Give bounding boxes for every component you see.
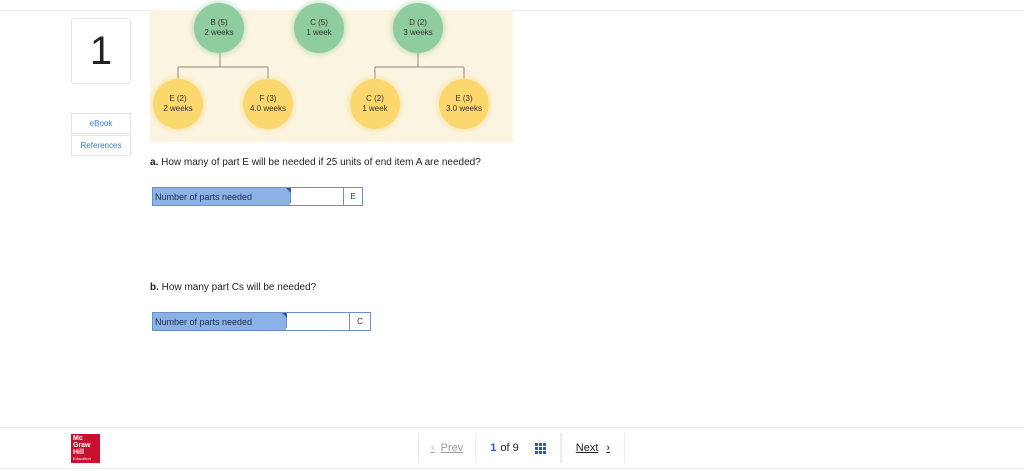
node-name: F (3) <box>259 94 277 103</box>
answer-row-b: Number of parts needed C <box>152 312 371 331</box>
node-time: 2 weeks <box>204 28 234 37</box>
node-time: 1 week <box>306 28 332 37</box>
mcgraw-hill-logo: Mc Graw Hill Education <box>71 434 100 463</box>
tree-node-b: B (5) 2 weeks <box>194 3 244 53</box>
answer-a-label-text: Number of parts needed <box>155 191 253 202</box>
node-time: 4.0 weeks <box>249 104 287 113</box>
references-button[interactable]: References <box>71 135 131 156</box>
ebook-button[interactable]: eBook <box>71 113 131 134</box>
logo-line: Mc <box>73 435 83 442</box>
node-name: C (5) <box>310 18 328 27</box>
flag-marker <box>282 313 287 318</box>
logo-sub: Education <box>73 456 91 461</box>
tree-node-e-right: E (3) 3.0 weeks <box>439 79 489 129</box>
node-name: E (2) <box>169 94 187 103</box>
tree-node-d: D (2) 3 weeks <box>393 3 443 53</box>
prev-label: Prev <box>440 442 464 454</box>
tree-node-f: F (3) 4.0 weeks <box>243 79 293 129</box>
answer-b-label: Number of parts needed <box>153 313 287 330</box>
tree-node-e-left: E (2) 2 weeks <box>153 79 203 129</box>
logo-line: Graw <box>73 442 91 449</box>
question-a-text: How many of part E will be needed if 25 … <box>158 157 481 168</box>
logo-line: Hill <box>73 449 84 456</box>
flag-marker <box>286 188 291 193</box>
answer-a-unit: E <box>343 188 362 205</box>
next-label: Next <box>575 442 599 454</box>
question-b-text: How many part Cs will be needed? <box>158 282 317 293</box>
answer-row-a: Number of parts needed E <box>152 187 363 206</box>
node-time: 3 weeks <box>403 28 433 37</box>
node-name: E (3) <box>455 94 473 103</box>
node-time: 2 weeks <box>163 104 193 113</box>
prev-button[interactable]: ‹ Prev <box>418 433 477 463</box>
chevron-right-icon: › <box>606 442 611 454</box>
node-name: C (2) <box>366 94 384 103</box>
grid-icon[interactable] <box>534 442 546 454</box>
answer-b-label-text: Number of parts needed <box>155 316 253 327</box>
footer-bottom-divider <box>0 468 1024 469</box>
node-name: B (5) <box>210 18 228 27</box>
tree-node-c-top: C (5) 1 week <box>294 3 344 53</box>
node-time: 1 week <box>362 104 388 113</box>
answer-a-input[interactable] <box>290 188 343 203</box>
page-indicator: 1 of 9 <box>476 433 561 463</box>
answer-a-label: Number of parts needed <box>153 188 291 205</box>
answer-b-unit: C <box>349 313 370 330</box>
question-b: b. How many part Cs will be needed? <box>150 282 316 293</box>
footer-divider <box>0 427 1024 428</box>
answer-b-input[interactable] <box>286 313 349 328</box>
page-total: of 9 <box>500 442 519 454</box>
next-button[interactable]: Next › <box>560 433 626 463</box>
node-time: 3.0 weeks <box>445 104 483 113</box>
node-name: D (2) <box>409 18 427 27</box>
question-a: a. How many of part E will be needed if … <box>150 157 481 168</box>
question-b-label: b. <box>150 282 159 293</box>
tree-node-c-bottom: C (2) 1 week <box>350 79 400 129</box>
current-page: 1 <box>490 442 497 454</box>
product-structure-tree: B (5) 2 weeks C (5) 1 week D (2) 3 weeks… <box>150 3 513 142</box>
chevron-left-icon: ‹ <box>431 442 435 454</box>
question-number: 1 <box>71 18 131 84</box>
pagination: ‹ Prev 1 of 9 Next › <box>418 433 626 463</box>
